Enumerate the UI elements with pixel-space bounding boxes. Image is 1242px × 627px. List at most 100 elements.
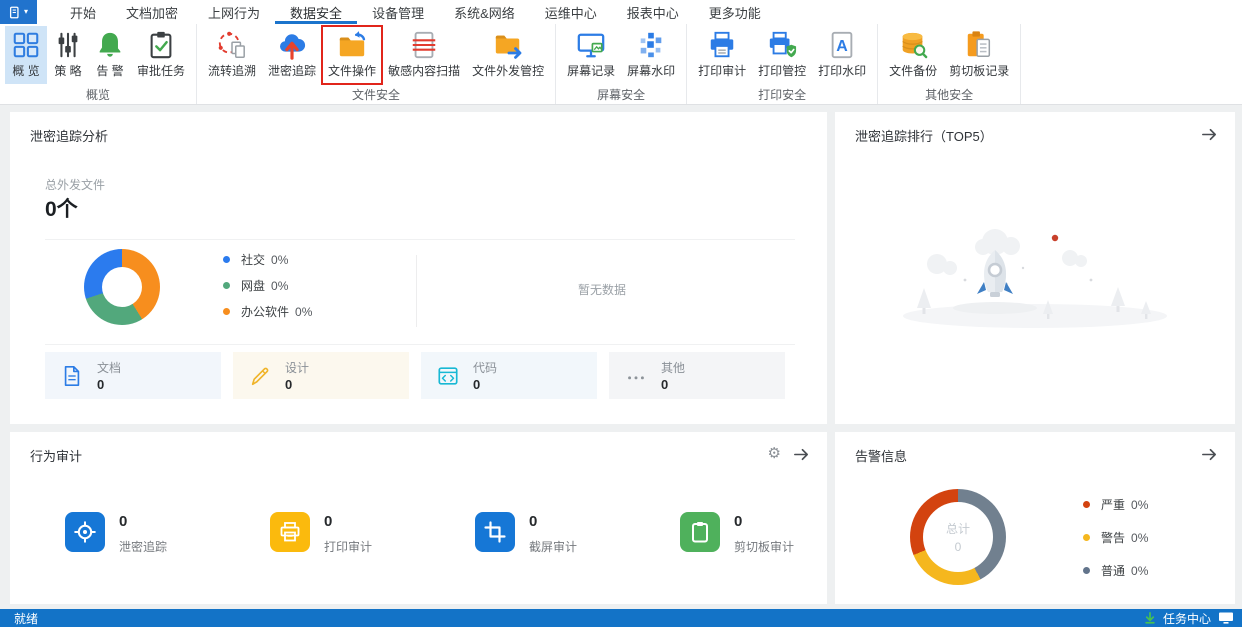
category-cards: 文档 0 设计 0 代码 0 其他 0 [45, 352, 785, 399]
ribbon-item-file-operations[interactable]: 文件操作 [321, 25, 384, 85]
card-design: 设计 0 [233, 352, 409, 399]
folder-undo-icon [339, 31, 366, 57]
status-bar: 就绪 任务中心 [0, 609, 1242, 627]
ribbon-item-flow-trace[interactable]: 流转追溯 [202, 26, 262, 84]
divider [45, 239, 795, 240]
legend-percent: 0% [271, 278, 289, 293]
folder-export-icon [495, 35, 522, 59]
menu-items: 开始 文档加密 上网行为 数据安全 设备管理 系统&网络 运维中心 报表中心 更… [55, 0, 776, 24]
clipboard-check-icon [150, 31, 172, 59]
legend-label: 严重 [1101, 498, 1126, 512]
ribbon-group-label: 屏幕安全 [597, 88, 646, 102]
legend-percent: 0% [1131, 530, 1149, 545]
ribbon-item-label: 告 警 [96, 64, 124, 78]
legend-item-normal: 普通 0% [1083, 563, 1149, 578]
ribbon-item-leak-trace[interactable]: 泄密追踪 [262, 26, 322, 84]
outgoing-channel-donut-chart [84, 249, 160, 325]
ribbon-item-print-control[interactable]: 打印管控 [752, 26, 812, 84]
menu-item-doc-encrypt[interactable]: 文档加密 [111, 0, 193, 24]
monitor-record-icon [577, 33, 605, 58]
legend-label: 网盘 [241, 279, 266, 293]
menu-item-data-security[interactable]: 数据安全 [275, 0, 357, 24]
ribbon-item-label: 概 览 [12, 64, 40, 78]
ribbon-item-outgoing-control[interactable]: 文件外发管控 [466, 26, 550, 84]
ribbon-group-print-security: 打印审计 打印管控 A 打印水印 打印安全 [687, 24, 879, 104]
legend-label: 社交 [241, 253, 266, 267]
ribbon-item-screen-watermark[interactable]: 屏幕水印 [621, 26, 681, 84]
ribbon-item-label: 屏幕记录 [567, 64, 616, 78]
arrow-right-icon[interactable] [1200, 125, 1219, 144]
menu-item-start[interactable]: 开始 [55, 0, 111, 24]
ribbon-item-label: 剪切板记录 [949, 64, 1010, 78]
pencil-icon [251, 367, 269, 385]
ribbon-item-alert[interactable]: 告 警 [89, 26, 131, 84]
mosaic-watermark-icon [640, 32, 662, 58]
ribbon-item-label: 泄密追踪 [268, 64, 317, 78]
stat-value: 0 [529, 513, 538, 530]
card-value: 0 [285, 377, 293, 392]
stat-value: 0 [324, 513, 333, 530]
ribbon-group-label: 打印安全 [758, 88, 807, 102]
legend-item-office-software: 办公软件 0% [223, 304, 313, 319]
cloud-upload-icon [280, 34, 306, 60]
ribbon-item-print-watermark[interactable]: A 打印水印 [812, 26, 872, 84]
task-center-button[interactable]: 任务中心 [1144, 610, 1234, 627]
ribbon-item-label: 打印审计 [698, 64, 747, 78]
svg-text:A: A [836, 38, 848, 55]
panel-leak-trace-ranking: 泄密追踪排行（TOP5） [835, 112, 1235, 424]
menu-item-device-mgmt[interactable]: 设备管理 [357, 0, 439, 24]
menu-item-web-behavior[interactable]: 上网行为 [193, 0, 275, 24]
donut-center-value: 0 [954, 540, 962, 554]
card-code: 代码 0 [421, 352, 597, 399]
trace-cycle-icon [218, 31, 245, 58]
gear-icon[interactable]: ⚙ [768, 446, 781, 461]
arrow-right-icon[interactable] [792, 445, 811, 464]
legend-dot [223, 308, 230, 315]
ribbon-item-label: 打印管控 [758, 64, 807, 78]
ribbon-item-sensitive-scan[interactable]: 敏感内容扫描 [382, 26, 466, 84]
sliders-icon [58, 32, 78, 58]
legend-item-critical: 严重 0% [1083, 498, 1148, 512]
stat-label: 打印审计 [324, 540, 373, 554]
app-window-icon [9, 6, 19, 18]
card-label: 设计 [285, 361, 310, 375]
download-arrow-icon [1145, 612, 1155, 624]
legend-percent: 0% [295, 304, 313, 319]
ribbon-item-print-audit[interactable]: 打印审计 [692, 26, 752, 84]
menu-item-system-network[interactable]: 系统&网络 [439, 0, 530, 24]
panel-title: 泄密追踪分析 [30, 129, 109, 144]
card-value: 0 [661, 377, 669, 392]
menu-item-ops-center[interactable]: 运维中心 [530, 0, 612, 24]
donut-center-label: 总计 [945, 522, 970, 536]
menu-item-report-center[interactable]: 报表中心 [612, 0, 694, 24]
bell-icon [99, 32, 121, 57]
legend-percent: 0% [271, 252, 289, 267]
ribbon-item-approval-tasks[interactable]: 审批任务 [131, 26, 191, 84]
task-center-label: 任务中心 [1162, 611, 1211, 626]
card-label: 代码 [473, 361, 498, 375]
legend-dot [223, 282, 230, 289]
monitor-tray-icon [1219, 612, 1233, 624]
ribbon-item-screen-record[interactable]: 屏幕记录 [561, 26, 621, 84]
main-content: 泄密追踪分析 总外发文件 0个 社交 0% 网盘 0% 办公软件 0% 暂无数据… [0, 105, 1242, 609]
ribbon-item-file-backup[interactable]: 文件备份 [883, 26, 943, 84]
legend-dot [1083, 534, 1090, 541]
card-documents: 文档 0 [45, 352, 221, 399]
legend-label: 警告 [1101, 531, 1126, 545]
ribbon-item-overview[interactable]: 概 览 [5, 26, 47, 84]
app-menu-button[interactable]: ▾ [0, 0, 37, 24]
rocket-icon [977, 250, 1013, 297]
ribbon-item-label: 文件外发管控 [472, 64, 545, 78]
legend-percent: 0% [1131, 563, 1149, 578]
menu-item-more[interactable]: 更多功能 [694, 0, 776, 24]
alert-legend: 严重 0% 警告 0% 普通 0% [1083, 498, 1148, 597]
ribbon-toolbar: 概 览 策 略 告 警 审批任务 概览 流转追溯 泄密追踪 文件操作 敏感内容扫… [0, 24, 1242, 105]
ribbon-item-policy[interactable]: 策 略 [47, 26, 89, 84]
empty-state-illustration [903, 229, 1167, 328]
arrow-right-icon[interactable] [1200, 445, 1219, 464]
menu-bar: ▾ 开始 文档加密 上网行为 数据安全 设备管理 系统&网络 运维中心 报表中心… [0, 0, 1242, 24]
printer-icon [710, 31, 734, 58]
document-scan-icon [412, 31, 436, 59]
stat-leak-trace: 0 泄密追踪 [65, 512, 270, 555]
ribbon-item-clipboard-record[interactable]: 剪切板记录 [943, 26, 1015, 84]
